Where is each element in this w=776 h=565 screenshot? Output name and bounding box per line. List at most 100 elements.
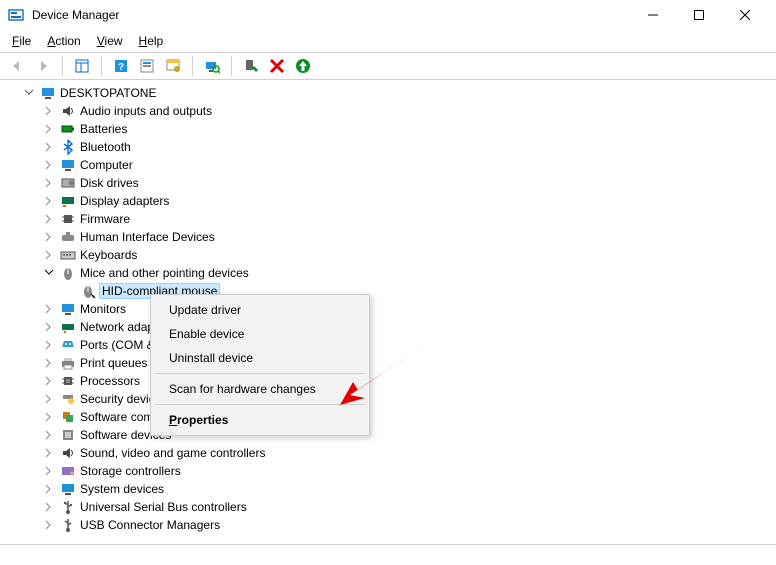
device-tree[interactable]: DESKTOPATONE Audio inputs and outputs Ba… [0,80,776,545]
tree-category-sound[interactable]: Sound, video and game controllers [2,444,774,462]
disk-icon [60,175,76,191]
expand-icon[interactable] [42,338,56,352]
expand-icon[interactable] [42,464,56,478]
tree-category-bluetooth[interactable]: Bluetooth [2,138,774,156]
battery-icon [60,121,76,137]
tree-category-monitors[interactable]: Monitors [2,300,774,318]
expand-icon[interactable] [42,320,56,334]
network-icon [60,319,76,335]
tree-category-display[interactable]: Display adapters [2,192,774,210]
port-icon [60,337,76,353]
maximize-button[interactable] [676,0,722,30]
expand-icon[interactable] [42,302,56,316]
menu-help[interactable]: Help [131,32,172,50]
expand-icon[interactable] [42,158,56,172]
tree-category-computer[interactable]: Computer [2,156,774,174]
menu-file[interactable]: FFileile [4,32,39,50]
tree-device-hid-mouse[interactable]: HID-compliant mouse [2,282,774,300]
menu-bar: FFileile Action View Help [0,30,776,52]
menu-action[interactable]: Action [39,32,88,50]
gpu-icon [60,193,76,209]
tree-category-batteries[interactable]: Batteries [2,120,774,138]
tree-category-disk[interactable]: Disk drives [2,174,774,192]
forward-button [32,55,54,77]
tree-root-label: DESKTOPATONE [60,86,156,100]
expand-icon[interactable] [22,86,36,100]
mouse-icon [80,283,96,299]
expand-icon[interactable] [42,230,56,244]
annotation-arrow [335,340,430,410]
expand-icon[interactable] [42,500,56,514]
expand-icon[interactable] [42,374,56,388]
action-icon[interactable] [136,55,158,77]
tree-category-storage[interactable]: Storage controllers [2,462,774,480]
tree-category-usbconn[interactable]: USB Connector Managers [2,516,774,534]
expand-icon[interactable] [42,482,56,496]
speaker-icon [60,445,76,461]
expand-icon[interactable] [42,356,56,370]
minimize-button[interactable] [630,0,676,30]
hid-icon [60,229,76,245]
menu-file-label: F [12,34,19,48]
system-icon [60,481,76,497]
tree-category-network[interactable]: Network adapt [2,318,774,336]
cpu-icon [60,373,76,389]
back-button [6,55,28,77]
uninstall-button[interactable] [266,55,288,77]
tree-category-softcomp[interactable]: Software comp [2,408,774,426]
svg-text:?: ? [118,62,124,73]
context-update-driver[interactable]: Update driver [153,298,367,322]
tree-category-system[interactable]: System devices [2,480,774,498]
component-icon [60,409,76,425]
expand-icon[interactable] [42,176,56,190]
tree-category-firmware[interactable]: Firmware [2,210,774,228]
expand-icon[interactable] [42,428,56,442]
tree-category-softdev[interactable]: Software devices [2,426,774,444]
close-button[interactable] [722,0,768,30]
context-separator [155,404,365,405]
title-bar: Device Manager [0,0,776,30]
tree-root[interactable]: DESKTOPATONE [2,84,774,102]
tree-category-keyboards[interactable]: Keyboards [2,246,774,264]
expand-icon[interactable] [42,140,56,154]
expand-icon[interactable] [42,266,56,280]
tree-category-mice[interactable]: Mice and other pointing devices [2,264,774,282]
expand-icon[interactable] [42,392,56,406]
expand-icon[interactable] [42,212,56,226]
monitor-icon [60,301,76,317]
enable-device-button[interactable] [240,55,262,77]
usb-connector-icon [60,517,76,533]
expand-icon[interactable] [42,122,56,136]
expand-icon[interactable] [42,446,56,460]
expand-icon[interactable] [42,248,56,262]
mouse-icon [60,265,76,281]
show-hide-tree-button[interactable] [71,55,93,77]
storage-icon [60,463,76,479]
toolbar: ? [0,52,776,80]
tree-category-hid[interactable]: Human Interface Devices [2,228,774,246]
expand-icon[interactable] [42,194,56,208]
app-icon [8,7,24,23]
properties-button[interactable] [162,55,184,77]
keyboard-icon [60,247,76,263]
status-bar [0,545,776,563]
usb-icon [60,499,76,515]
help-button[interactable]: ? [110,55,132,77]
shield-icon [60,391,76,407]
context-properties[interactable]: Properties [153,408,367,432]
scan-hardware-button[interactable] [201,55,223,77]
context-separator [155,373,365,374]
expand-icon[interactable] [42,518,56,532]
menu-view[interactable]: View [89,32,131,50]
expand-icon[interactable] [42,410,56,424]
chip-icon [60,211,76,227]
software-icon [60,427,76,443]
expand-icon[interactable] [42,104,56,118]
tree-category-usb[interactable]: Universal Serial Bus controllers [2,498,774,516]
window-title: Device Manager [32,8,119,22]
tree-category-audio[interactable]: Audio inputs and outputs [2,102,774,120]
update-driver-button[interactable] [292,55,314,77]
monitor-icon [60,157,76,173]
computer-icon [40,85,56,101]
speaker-icon [60,103,76,119]
